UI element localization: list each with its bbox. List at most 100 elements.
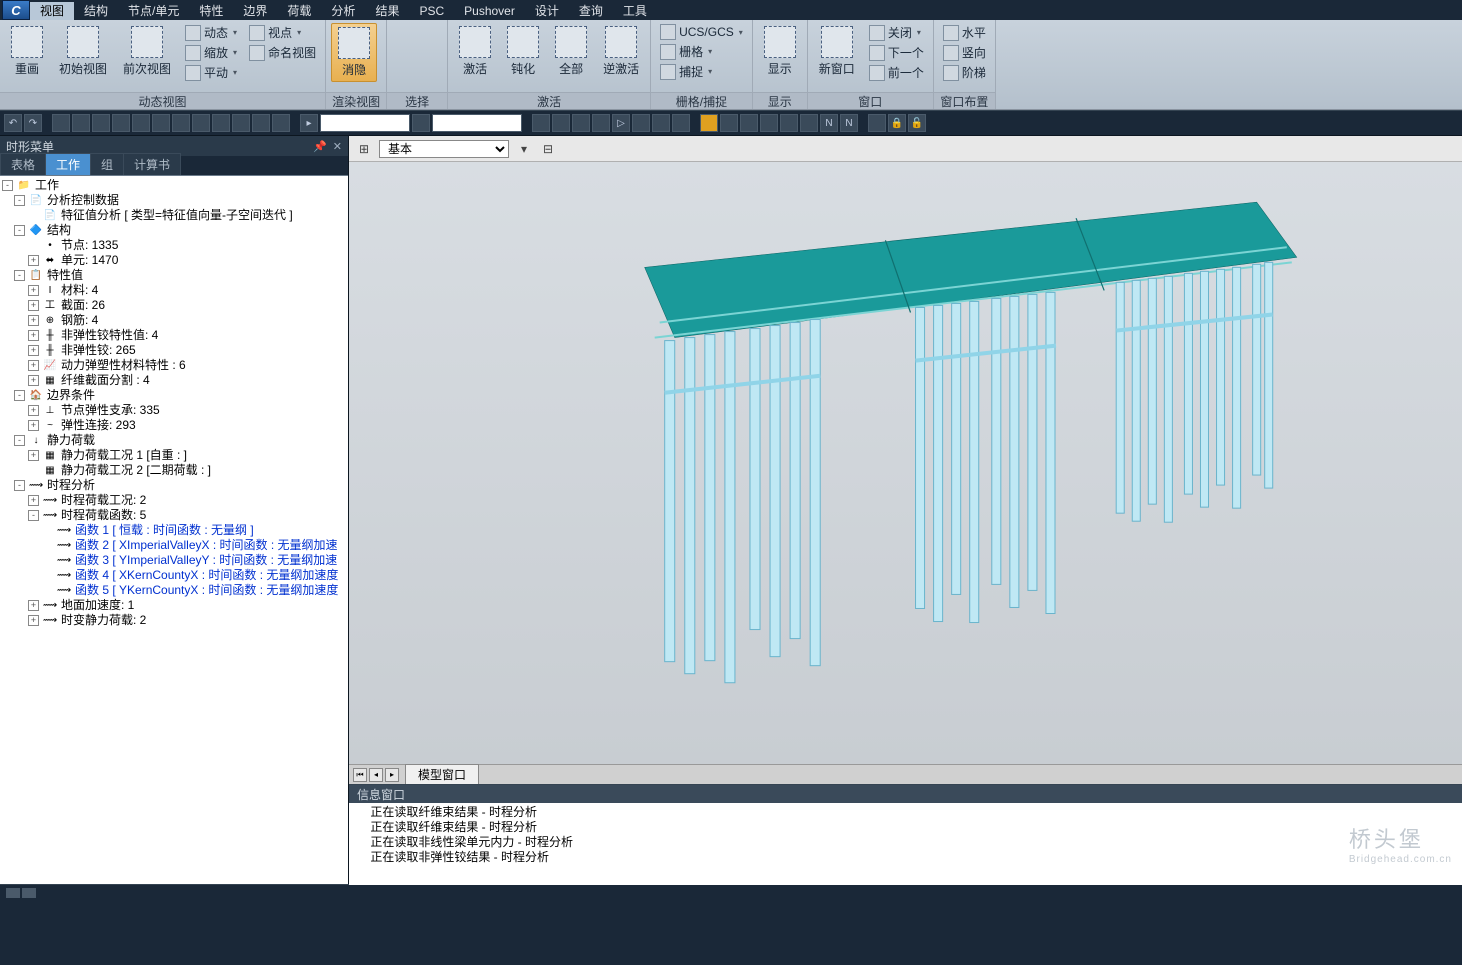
expand-icon[interactable]: - xyxy=(14,195,25,206)
tree-view[interactable]: -📁工作-📄分析控制数据📄特征值分析 [ 类型=特征值向量-子空间迭代 ]-🔷结… xyxy=(0,176,348,884)
small-nv-button[interactable]: 命名视图 xyxy=(245,43,320,62)
tb-c8[interactable] xyxy=(672,114,690,132)
tb-c4[interactable] xyxy=(592,114,610,132)
tb-b12[interactable] xyxy=(272,114,290,132)
panel-tab-2[interactable]: 组 xyxy=(90,153,124,175)
tree-node-11[interactable]: +╫非弹性铰: 265 xyxy=(0,343,348,358)
tb-d1[interactable] xyxy=(700,114,718,132)
expand-icon[interactable]: - xyxy=(14,225,25,236)
vtab-first[interactable]: ⏮ xyxy=(353,768,367,782)
small-prev-button[interactable]: 前一个 xyxy=(865,63,928,82)
passivate-button[interactable]: 钝化 xyxy=(501,23,545,80)
panel-tab-0[interactable]: 表格 xyxy=(0,153,46,175)
panel-tab-3[interactable]: 计算书 xyxy=(123,153,181,175)
tree-node-5[interactable]: +⬌单元: 1470 xyxy=(0,253,348,268)
tb-b6[interactable] xyxy=(152,114,170,132)
tb-b5[interactable] xyxy=(132,114,150,132)
view-dd-icon[interactable]: ▾ xyxy=(515,140,533,158)
tree-node-16[interactable]: +~弹性连接: 293 xyxy=(0,418,348,433)
tb-c3[interactable] xyxy=(572,114,590,132)
display-button[interactable]: 显示 xyxy=(758,23,802,80)
tb-d8[interactable]: N xyxy=(840,114,858,132)
tb-b8[interactable] xyxy=(192,114,210,132)
tree-node-8[interactable]: +工截面: 26 xyxy=(0,298,348,313)
menu-9[interactable]: Pushover xyxy=(454,2,525,20)
tree-node-20[interactable]: -⟿时程分析 xyxy=(0,478,348,493)
expand-icon[interactable]: + xyxy=(28,420,39,431)
small-stairs-button[interactable]: 阶梯 xyxy=(939,63,990,82)
tb-b10[interactable] xyxy=(232,114,250,132)
tb-b2[interactable] xyxy=(72,114,90,132)
new-win-button[interactable]: 新窗口 xyxy=(813,23,861,80)
menu-3[interactable]: 特性 xyxy=(189,2,233,20)
viewport-3d[interactable] xyxy=(349,162,1462,764)
tree-node-29[interactable]: +⟿时变静力荷载: 2 xyxy=(0,613,348,628)
tree-node-28[interactable]: +⟿地面加速度: 1 xyxy=(0,598,348,613)
tb-arrow[interactable]: ▸ xyxy=(300,114,318,132)
expand-icon[interactable]: - xyxy=(28,510,39,521)
small-zoom-button[interactable]: 缩放 xyxy=(181,43,241,62)
tb-c1[interactable] xyxy=(532,114,550,132)
tb-d5[interactable] xyxy=(780,114,798,132)
small-ucs-button[interactable]: UCS/GCS xyxy=(656,23,747,41)
expand-icon[interactable]: + xyxy=(28,255,39,266)
tree-node-2[interactable]: 📄特征值分析 [ 类型=特征值向量-子空间迭代 ] xyxy=(0,208,348,223)
tb-lock[interactable]: 🔒 xyxy=(888,114,906,132)
reverse-button[interactable]: 逆激活 xyxy=(597,23,645,80)
expand-icon[interactable]: - xyxy=(14,435,25,446)
expand-icon[interactable]: + xyxy=(28,345,39,356)
expand-icon[interactable]: - xyxy=(14,480,25,491)
hide-button[interactable]: 消隐 xyxy=(331,23,377,82)
prev-view-button[interactable]: 前次视图 xyxy=(117,23,177,80)
tb-d7[interactable]: N xyxy=(820,114,838,132)
menu-2[interactable]: 节点/单元 xyxy=(118,2,189,20)
small-vert-button[interactable]: 竖向 xyxy=(939,43,990,62)
menu-10[interactable]: 设计 xyxy=(525,2,569,20)
view-mode-select[interactable]: 基本 xyxy=(379,140,509,158)
menu-6[interactable]: 分析 xyxy=(321,2,365,20)
small-close-button[interactable]: 关闭 xyxy=(865,23,928,42)
expand-icon[interactable]: + xyxy=(28,615,39,626)
small-vp-button[interactable]: 视点 xyxy=(245,23,320,42)
menu-0[interactable]: 视图 xyxy=(30,2,74,20)
sb-left[interactable] xyxy=(6,888,20,898)
expand-icon[interactable]: + xyxy=(28,285,39,296)
expand-icon[interactable]: + xyxy=(28,450,39,461)
vtab-model-window[interactable]: 模型窗口 xyxy=(405,764,479,785)
tree-node-27[interactable]: ⟿函数 5 [ YKernCountyX : 时间函数 : 无量纲加速度 xyxy=(0,583,348,598)
small-next-button[interactable]: 下一个 xyxy=(865,43,928,62)
tree-node-18[interactable]: +▦静力荷载工况 1 [自重 : ] xyxy=(0,448,348,463)
expand-icon[interactable]: + xyxy=(28,375,39,386)
small-horiz-button[interactable]: 水平 xyxy=(939,23,990,42)
tree-node-23[interactable]: ⟿函数 1 [ 恒载 : 时间函数 : 无量纲 ] xyxy=(0,523,348,538)
menu-11[interactable]: 查询 xyxy=(569,2,613,20)
tb-b3[interactable] xyxy=(92,114,110,132)
all-button[interactable]: 全部 xyxy=(549,23,593,80)
expand-icon[interactable]: + xyxy=(28,315,39,326)
tb-c7[interactable] xyxy=(652,114,670,132)
expand-icon[interactable]: - xyxy=(14,390,25,401)
tb-b9[interactable] xyxy=(212,114,230,132)
panel-pin-icon[interactable]: 📌 xyxy=(313,140,327,153)
tb-select2[interactable] xyxy=(432,114,522,132)
expand-icon[interactable]: + xyxy=(28,330,39,341)
tb-b4[interactable] xyxy=(112,114,130,132)
redraw-button[interactable]: 重画 xyxy=(5,23,49,80)
tree-node-19[interactable]: ▦静力荷载工况 2 [二期荷载 : ] xyxy=(0,463,348,478)
small-dyn-button[interactable]: 动态 xyxy=(181,23,241,42)
tree-node-3[interactable]: -🔷结构 xyxy=(0,223,348,238)
tb-d4[interactable] xyxy=(760,114,778,132)
tb-d2[interactable] xyxy=(720,114,738,132)
app-icon[interactable]: C xyxy=(2,0,30,20)
tree-node-1[interactable]: -📄分析控制数据 xyxy=(0,193,348,208)
tb-bx[interactable] xyxy=(412,114,430,132)
tree-node-9[interactable]: +⊕钢筋: 4 xyxy=(0,313,348,328)
panel-tab-1[interactable]: 工作 xyxy=(45,153,91,175)
tb-c5[interactable]: ▷ xyxy=(612,114,630,132)
tree-node-10[interactable]: +╫非弹性铰特性值: 4 xyxy=(0,328,348,343)
activate-button[interactable]: 激活 xyxy=(453,23,497,80)
tb-e1[interactable] xyxy=(868,114,886,132)
menu-8[interactable]: PSC xyxy=(409,2,454,20)
tb-b7[interactable] xyxy=(172,114,190,132)
menu-1[interactable]: 结构 xyxy=(74,2,118,20)
